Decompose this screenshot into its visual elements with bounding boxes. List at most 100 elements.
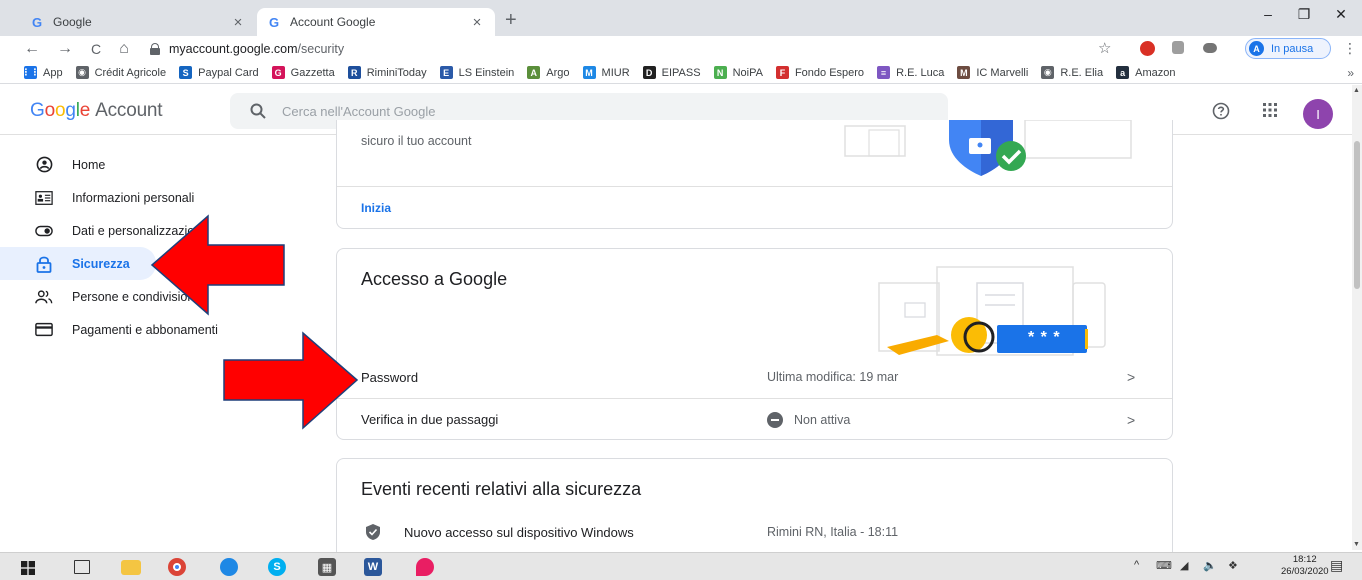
argo-icon: A [527, 66, 541, 79]
notifications-icon[interactable]: ▤ [1330, 557, 1343, 574]
bookmark-item[interactable]: ◉ R.E. Elia [1041, 66, 1103, 79]
sidebar-item-home[interactable]: Home [0, 148, 320, 181]
skype-icon[interactable]: S [268, 558, 286, 576]
bookmark-item[interactable]: ⋮⋮ App [22, 66, 63, 79]
amazon-icon: a [1116, 66, 1130, 79]
feedback-app-icon[interactable] [416, 558, 434, 576]
bookmark-item[interactable]: M IC Marvelli [957, 66, 1028, 79]
task-view-icon[interactable] [74, 560, 90, 574]
s-logo-icon: S [179, 66, 193, 79]
new-tab-button[interactable]: + [505, 10, 517, 30]
bookmark-star-icon[interactable]: ☆ [1098, 39, 1111, 57]
profile-avatar: A [1249, 41, 1264, 56]
keyboard-icon[interactable]: ⌨ [1156, 559, 1172, 572]
chevron-right-icon: > [1127, 369, 1136, 385]
meeting-app-icon[interactable] [220, 558, 238, 576]
row-label: Password [361, 369, 419, 385]
scroll-down-icon[interactable]: ▼ [1353, 541, 1360, 548]
logo-letter: g [65, 100, 76, 121]
google-apps-icon[interactable] [1262, 102, 1278, 118]
bookmark-item[interactable]: a Amazon [1116, 66, 1175, 79]
bookmark-label: LS Einstein [458, 66, 515, 79]
bookmark-item[interactable]: R RiminiToday [347, 66, 427, 79]
tray-expand-icon[interactable]: ^ [1134, 559, 1139, 571]
dropbox-icon[interactable]: ❖ [1228, 559, 1238, 572]
lock-icon [35, 255, 53, 273]
bookmark-label: NoiPA [732, 66, 763, 79]
bookmark-label: R.E. Elia [1060, 66, 1104, 79]
home-button[interactable]: ⌂ [112, 38, 136, 60]
password-keys-illustration-icon [878, 266, 1106, 356]
windows-start-icon[interactable] [21, 561, 35, 575]
system-clock[interactable]: 18:12 26/03/2020 [1281, 554, 1329, 578]
bookmark-item[interactable]: E LS Einstein [439, 66, 515, 79]
help-icon[interactable] [1212, 102, 1230, 120]
scroll-up-icon[interactable]: ▲ [1353, 87, 1360, 94]
address-bar[interactable]: myaccount.google.com/security [150, 37, 1225, 61]
user-avatar[interactable]: I [1303, 99, 1333, 129]
bookmark-item[interactable]: ≡ R.E. Luca [877, 66, 944, 79]
page-scrollbar[interactable]: ▲ ▼ [1352, 85, 1362, 550]
bookmark-item[interactable]: N NoiPA [713, 66, 763, 79]
restore-button[interactable]: ❐ [1289, 6, 1319, 23]
password-row[interactable]: Password Ultima modifica: 19 mar > [337, 356, 1172, 398]
tab-account-google[interactable]: G Account Google × [257, 8, 495, 36]
profile-button[interactable]: A In pausa [1245, 38, 1331, 59]
adblock-extension-icon[interactable] [1140, 41, 1155, 56]
password-mask: * * * [1028, 329, 1061, 346]
tab-close-icon[interactable]: × [230, 14, 246, 31]
bookmark-item[interactable]: S Paypal Card [179, 66, 259, 79]
back-button[interactable]: ← [20, 38, 44, 60]
close-window-button[interactable]: ✕ [1326, 6, 1356, 23]
tab-google[interactable]: G Google × [20, 8, 256, 36]
minimize-button[interactable]: – [1253, 6, 1283, 22]
bookmark-label: RiminiToday [366, 66, 427, 79]
network-icon[interactable]: ◢ [1180, 559, 1188, 572]
reload-button[interactable]: C [84, 38, 108, 60]
forward-button[interactable]: → [53, 38, 77, 60]
sidebar-item-security[interactable]: Sicurezza [0, 247, 156, 280]
clock-date: 26/03/2020 [1281, 566, 1329, 577]
sidebar-item-personal-info[interactable]: Informazioni personali [0, 181, 320, 214]
extension-icon[interactable] [1172, 41, 1184, 54]
clock-time: 18:12 [1292, 554, 1317, 565]
sidebar-item-label: Sicurezza [72, 256, 130, 271]
scrollbar-thumb[interactable] [1354, 141, 1360, 289]
cloud-extension-icon[interactable] [1203, 43, 1217, 53]
calculator-icon[interactable]: ▦ [318, 558, 336, 576]
two-step-verification-row[interactable]: Verifica in due passaggi Non attiva > [337, 398, 1172, 440]
browser-menu-icon[interactable]: ⋮ [1343, 40, 1357, 57]
security-event-item[interactable]: Nuovo accesso sul dispositivo Windows Ri… [365, 521, 1165, 543]
red-arrow-right-icon [223, 331, 359, 430]
bookmark-item[interactable]: G Gazzetta [271, 66, 335, 79]
volume-icon[interactable]: 🔈 [1203, 559, 1217, 572]
bookmark-item[interactable]: A Argo [527, 66, 570, 79]
chevron-right-icon: > [1127, 411, 1136, 428]
chrome-icon[interactable] [168, 558, 186, 576]
marvelli-icon: M [957, 66, 971, 79]
bookmark-item[interactable]: ◉ Crédit Agricole [75, 66, 167, 79]
google-favicon-icon: G [31, 14, 43, 30]
bookmark-item[interactable]: D EIPASS [642, 66, 701, 79]
google-account-logo[interactable]: Google Account [30, 100, 163, 122]
start-link[interactable]: Inizia [361, 201, 391, 215]
miur-icon: M [582, 66, 596, 79]
search-input[interactable] [282, 103, 882, 119]
word-icon[interactable]: W [364, 558, 382, 576]
bookmark-label: IC Marvelli [976, 66, 1029, 79]
bookmark-label: Crédit Agricole [94, 66, 167, 79]
security-checkup-card: sicuro il tuo account Inizia [336, 120, 1173, 229]
bookmark-item[interactable]: F Fondo Espero [775, 66, 864, 79]
logo-letter: G [30, 100, 45, 121]
profile-status: In pausa [1271, 42, 1314, 55]
tab-close-icon[interactable]: × [469, 14, 485, 31]
lock-icon [150, 43, 160, 55]
row-value: Non attiva [794, 412, 851, 427]
file-explorer-icon[interactable] [121, 560, 141, 575]
sidebar-item-label: Informazioni personali [72, 190, 195, 205]
r-logo-icon: R [347, 66, 361, 79]
logo-letter: e [79, 100, 91, 121]
bookmarks-more-icon[interactable]: » [1347, 66, 1354, 80]
row-value: Ultima modifica: 19 mar [767, 370, 899, 384]
bookmark-item[interactable]: M MIUR [582, 66, 630, 79]
